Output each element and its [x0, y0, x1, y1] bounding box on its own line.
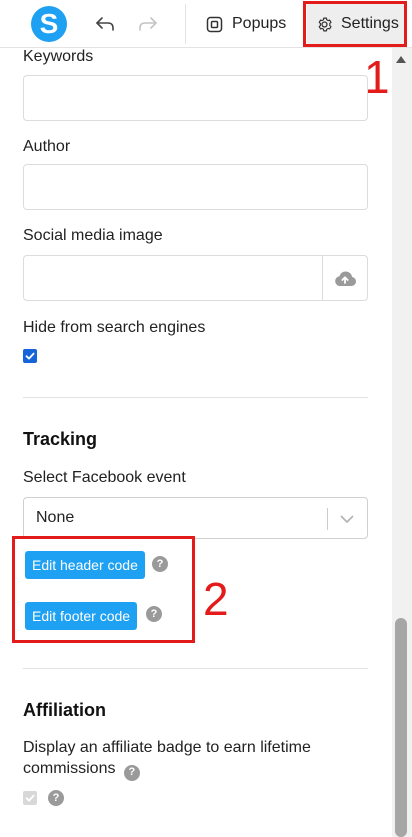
- chevron-down-icon: [340, 515, 354, 523]
- affiliate-badge-checkbox[interactable]: [23, 791, 37, 805]
- scroll-up-arrow[interactable]: [396, 56, 406, 63]
- check-icon: [25, 352, 35, 360]
- fb-event-value: None: [36, 509, 75, 526]
- fb-event-select[interactable]: None: [23, 497, 368, 539]
- app-logo-letter: S: [39, 8, 59, 39]
- question-circle-icon[interactable]: ?: [152, 556, 168, 572]
- scrollbar-thumb[interactable]: [395, 618, 407, 837]
- affiliation-heading: Affiliation: [23, 700, 106, 720]
- toolbar-divider: [185, 4, 186, 44]
- tab-settings[interactable]: Settings: [307, 4, 405, 44]
- annotation-number-two: 2: [203, 573, 229, 625]
- tracking-heading: Tracking: [23, 429, 98, 449]
- hide-search-checkbox[interactable]: [23, 349, 37, 363]
- gear-icon: [318, 17, 332, 31]
- edit-header-code-button[interactable]: Edit header code: [25, 551, 145, 579]
- section-divider: [23, 397, 368, 398]
- keywords-field[interactable]: [23, 75, 368, 121]
- check-icon: [25, 794, 35, 802]
- question-circle-icon[interactable]: ?: [48, 790, 64, 806]
- undo-icon: [96, 17, 114, 31]
- redo-icon: [139, 17, 157, 31]
- tab-popups[interactable]: Popups: [200, 8, 292, 40]
- select-divider: [327, 508, 328, 530]
- affiliation-description-text: Display an affiliate badge to earn lifet…: [23, 739, 311, 777]
- social-image-label: Social media image: [23, 227, 163, 244]
- tab-settings-label: Settings: [341, 15, 399, 32]
- upload-button[interactable]: [322, 256, 367, 300]
- affiliation-description: Display an affiliate badge to earn lifet…: [23, 737, 353, 781]
- redo-button[interactable]: [136, 12, 160, 36]
- edit-footer-code-button[interactable]: Edit footer code: [25, 602, 138, 630]
- undo-button[interactable]: [93, 12, 117, 36]
- tab-popups-label: Popups: [232, 15, 287, 32]
- author-field[interactable]: [23, 164, 368, 210]
- question-circle-icon[interactable]: ?: [146, 606, 162, 622]
- social-image-field[interactable]: [23, 255, 368, 301]
- section-divider: [23, 668, 368, 669]
- keywords-label: Keywords: [23, 48, 94, 65]
- author-label: Author: [23, 138, 71, 155]
- question-circle-icon[interactable]: ?: [123, 764, 140, 781]
- top-toolbar: S Popups Settings: [0, 0, 412, 48]
- app-logo[interactable]: S: [31, 6, 67, 42]
- fb-event-label: Select Facebook event: [23, 469, 186, 486]
- dropdown-toggle[interactable]: [337, 510, 357, 528]
- hide-search-label: Hide from search engines: [23, 319, 206, 336]
- popup-square-icon: [206, 16, 223, 32]
- cloud-upload-icon: [335, 271, 357, 286]
